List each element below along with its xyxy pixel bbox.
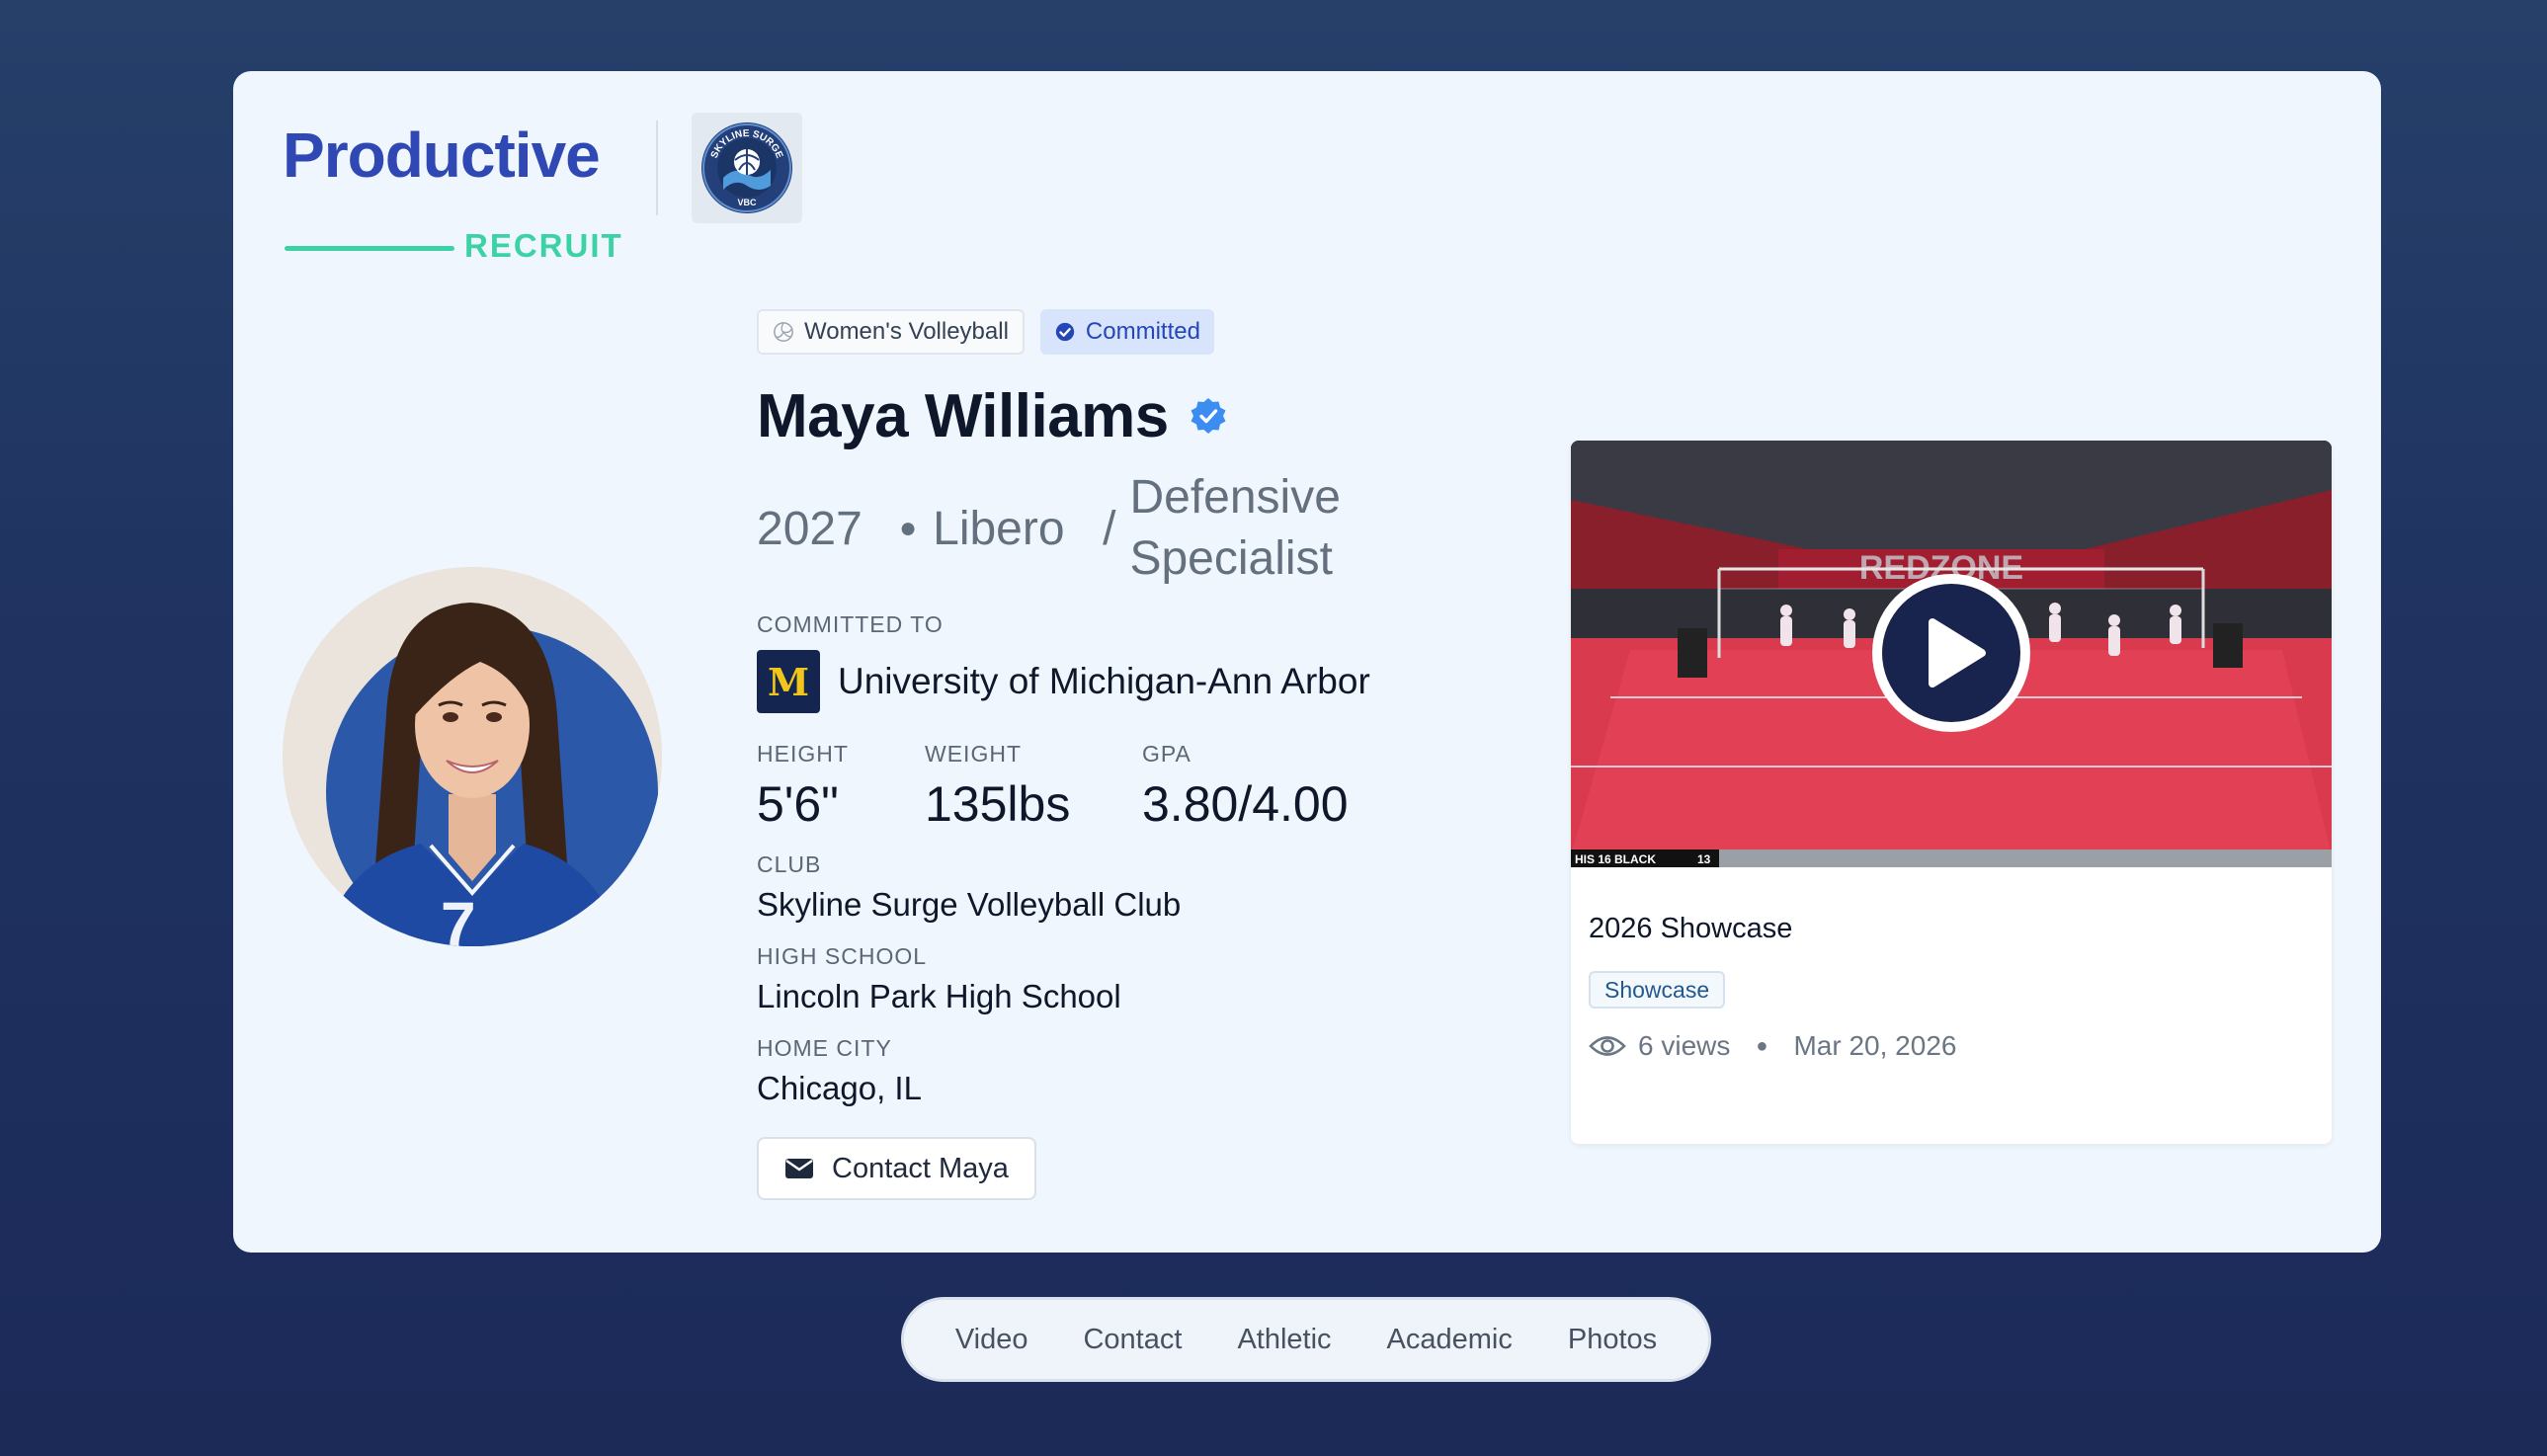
- gpa-stat: GPA 3.80/4.00: [1142, 741, 1349, 832]
- video-date: Mar 20, 2026: [1793, 1030, 1957, 1061]
- video-title[interactable]: 2026 Showcase: [1589, 913, 2320, 945]
- video-info: 2026 Showcase Showcase 6 views ● Mar 20,…: [1589, 871, 2320, 1062]
- sport-badge: Women's Volleyball: [757, 309, 1025, 355]
- primary-position: Libero: [933, 502, 1065, 555]
- graduation-year: 2027: [757, 502, 863, 555]
- nav-photos[interactable]: Photos: [1568, 1324, 1657, 1356]
- club-info: CLUB Skyline Surge Volleyball Club: [757, 851, 1567, 924]
- athlete-photo: 7: [283, 567, 662, 946]
- brand-sub: RECRUIT: [464, 227, 623, 264]
- contact-button-label: Contact Maya: [832, 1152, 1009, 1184]
- home-city-info: HOME CITY Chicago, IL: [757, 1035, 1567, 1107]
- video-card[interactable]: REDZONE HIS 16 BLACK 13 2026 Showcase Sh…: [1571, 441, 2332, 1144]
- video-stats: 6 views ● Mar 20, 2026: [1589, 1030, 2320, 1062]
- view-count: 6 views: [1638, 1030, 1731, 1061]
- high-school-name: Lincoln Park High School: [757, 978, 1121, 1014]
- productive-recruit-logo[interactable]: Productive RECRUIT: [283, 119, 638, 264]
- jersey-number: 7: [441, 889, 476, 946]
- weight-stat: WEIGHT 135lbs: [925, 741, 1142, 832]
- video-tag: Showcase: [1589, 971, 1726, 1009]
- secondary-position: Defensive Specialist: [1129, 471, 1341, 585]
- logo-divider: [656, 121, 658, 215]
- university-row[interactable]: M University of Michigan-Ann Arbor: [757, 650, 1567, 713]
- height-stat: HEIGHT 5'6": [757, 741, 925, 832]
- svg-text:13: 13: [1697, 852, 1711, 866]
- verified-badge-icon: [1191, 398, 1226, 434]
- mail-icon: [785, 1159, 813, 1178]
- club-name: Skyline Surge Volleyball Club: [757, 886, 1182, 923]
- eye-icon: [1589, 1036, 1626, 1056]
- physical-stats: HEIGHT 5'6" WEIGHT 135lbs GPA 3.80/4.00: [757, 741, 1567, 832]
- nav-athletic[interactable]: Athletic: [1237, 1324, 1331, 1356]
- weight-value: 135lbs: [925, 776, 1071, 832]
- athlete-name: Maya Williams: [757, 381, 1169, 450]
- position-separator: /: [1103, 502, 1116, 555]
- separator-dot: ●: [1756, 1034, 1768, 1057]
- video-thumbnail[interactable]: REDZONE HIS 16 BLACK 13: [1571, 441, 2332, 867]
- gpa-value: 3.80/4.00: [1142, 776, 1349, 832]
- contact-button[interactable]: Contact Maya: [757, 1137, 1036, 1200]
- nav-academic[interactable]: Academic: [1387, 1324, 1513, 1356]
- committed-badge: Committed: [1039, 309, 1214, 355]
- skyline-surge-logo-icon: SKYLINE SURGE VBC: [701, 122, 792, 213]
- class-position-row: 2027 ● Libero / Defensive Specialist: [757, 467, 1567, 590]
- high-school-info: HIGH SCHOOL Lincoln Park High School: [757, 943, 1567, 1015]
- brand-underline: [285, 246, 454, 251]
- badges-row: Women's Volleyball Committed: [757, 309, 1567, 355]
- sport-label: Women's Volleyball: [804, 318, 1009, 345]
- athlete-details: Women's Volleyball Committed Maya Willia…: [757, 309, 1567, 1200]
- club-logo: SKYLINE SURGE VBC: [692, 113, 802, 223]
- svg-text:HIS 16 BLACK: HIS 16 BLACK: [1575, 852, 1656, 866]
- athlete-avatar: 7: [283, 567, 662, 946]
- michigan-logo-icon: M: [757, 650, 820, 713]
- home-city-name: Chicago, IL: [757, 1070, 922, 1106]
- volleyball-icon: [774, 322, 793, 342]
- committed-to-label: COMMITTED TO: [757, 611, 944, 637]
- university-name[interactable]: University of Michigan-Ann Arbor: [838, 661, 1370, 702]
- check-circle-icon: [1055, 322, 1075, 342]
- committed-status-label: Committed: [1085, 318, 1200, 345]
- svg-text:VBC: VBC: [737, 198, 757, 207]
- height-value: 5'6": [757, 776, 839, 832]
- profile-card: Productive RECRUIT SKYLINE SURGE VBC 7 W…: [233, 71, 2381, 1253]
- nav-video[interactable]: Video: [955, 1324, 1028, 1356]
- brand-name: Productive: [283, 120, 601, 191]
- nav-contact[interactable]: Contact: [1083, 1324, 1182, 1356]
- play-button-icon[interactable]: [1871, 573, 2031, 733]
- section-nav: Video Contact Athletic Academic Photos: [901, 1297, 1711, 1382]
- name-row: Maya Williams: [757, 378, 1567, 453]
- separator-dot: ●: [899, 512, 918, 544]
